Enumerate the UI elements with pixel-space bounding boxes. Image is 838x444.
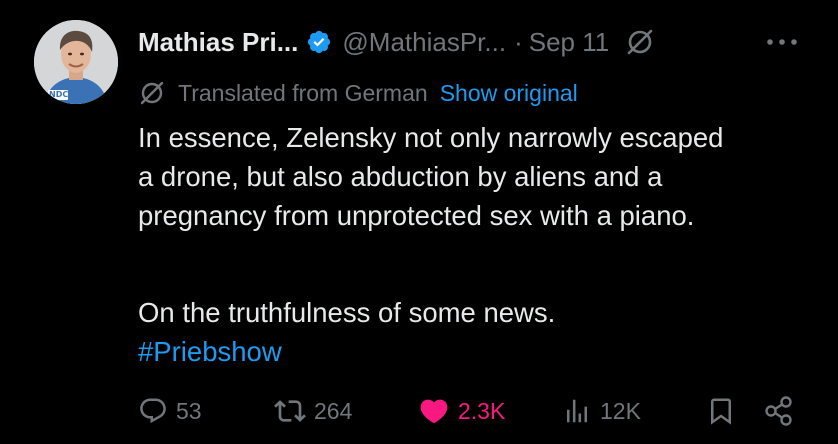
tweet-actions: 53 264 2.3K 12K (0, 388, 838, 434)
verified-badge-icon (306, 29, 332, 55)
bookmark-icon (711, 398, 731, 425)
more-icon[interactable] (764, 32, 800, 52)
reply-count: 53 (176, 397, 202, 424)
avatar-badge-text: NDC (49, 90, 69, 99)
views-button[interactable]: 12K (562, 388, 641, 434)
views-icon (567, 399, 587, 423)
tweet-closing-line: On the truthfulness of some news. (138, 297, 556, 328)
tweet[interactable]: NDC Mathias Pri... @MathiasPr... · Sep 1… (0, 0, 838, 444)
translation-notice: Translated from German Show original (138, 76, 578, 110)
author-handle[interactable]: @MathiasPr... (342, 27, 506, 58)
hashtag-link[interactable]: #Priebshow (138, 336, 282, 367)
avatar[interactable]: NDC (34, 20, 118, 104)
reply-button[interactable]: 53 (138, 388, 202, 434)
translate-icon (138, 79, 166, 107)
repost-button[interactable]: 264 (274, 388, 352, 434)
repost-icon (274, 400, 306, 422)
tweet-line: a drone, but also abduction by aliens an… (138, 161, 663, 192)
like-button[interactable]: 2.3K (418, 388, 505, 434)
repost-count: 264 (314, 397, 353, 424)
tweet-text: In essence, Zelensky not only narrowly e… (138, 118, 828, 371)
author-name[interactable]: Mathias Pri... (138, 27, 298, 58)
tweet-line: In essence, Zelensky not only narrowly e… (138, 122, 724, 153)
tweet-line: pregnancy from unprotected sex with a pi… (138, 200, 695, 231)
views-count: 12K (600, 397, 641, 424)
bookmark-button[interactable] (706, 388, 736, 434)
tweet-date[interactable]: Sep 11 (529, 27, 609, 58)
like-icon (420, 399, 448, 424)
show-original-link[interactable]: Show original (440, 80, 578, 107)
share-icon (765, 396, 792, 426)
tweet-header: Mathias Pri... @MathiasPr... · Sep 11 (138, 22, 655, 62)
separator-dot: · (514, 26, 523, 57)
like-count: 2.3K (458, 397, 506, 424)
reply-icon (140, 398, 166, 424)
share-button[interactable] (762, 388, 796, 434)
grok-icon[interactable] (625, 27, 655, 57)
avatar-image (34, 20, 118, 104)
translated-label: Translated from German (178, 79, 428, 106)
